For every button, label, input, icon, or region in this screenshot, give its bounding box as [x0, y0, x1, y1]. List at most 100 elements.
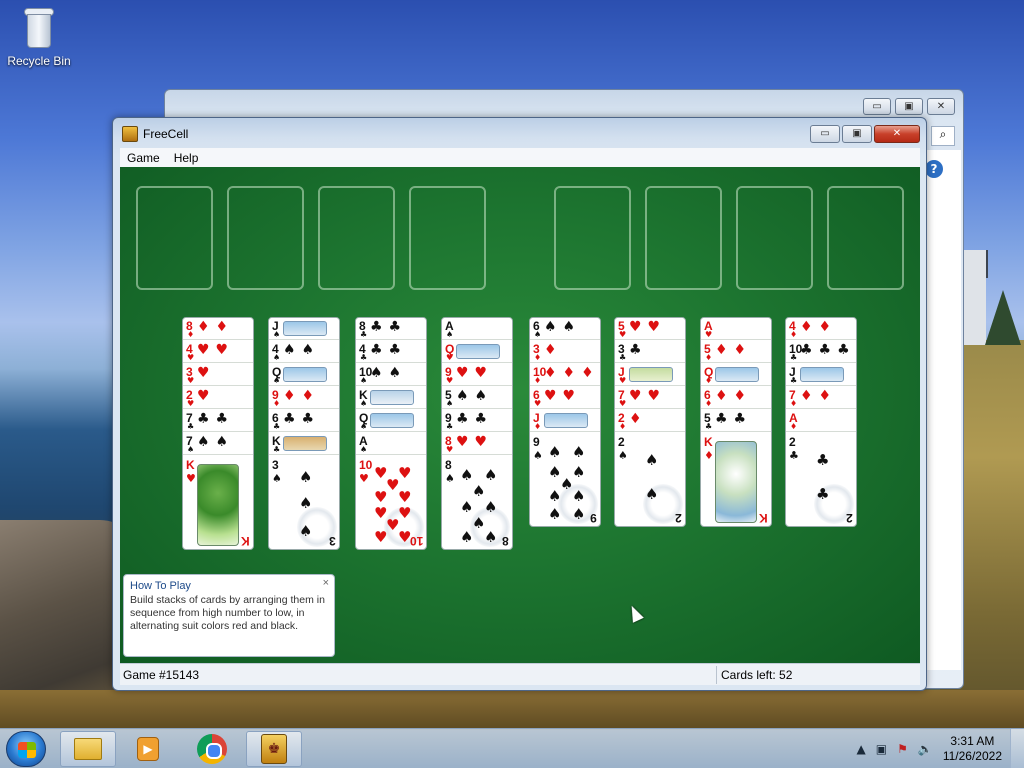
card[interactable]: 5 ♠♠ ♠	[442, 387, 512, 409]
card[interactable]: 2 ♥ ♥	[183, 387, 253, 409]
taskbar-freecell[interactable]: ♚	[246, 731, 302, 767]
foundation-1[interactable]	[554, 186, 631, 290]
game-board[interactable]: 8 ♦♦ ♦ 4 ♥♥ ♥ 3 ♥ ♥ 2 ♥ ♥ 7 ♣♣ ♣ 7 ♠♠ ♠ K ♥ K J ♠ 4 ♠♠ ♠ Q ♠ 9 ♦♦ ♦ 6 ♣♣…	[120, 167, 920, 663]
card[interactable]: 8 ♣♣ ♣	[356, 318, 426, 340]
foundation-2[interactable]	[645, 186, 722, 290]
card[interactable]: 10 ♣♣♣ ♣	[786, 341, 856, 363]
card[interactable]: 6 ♥♥ ♥	[530, 387, 600, 409]
action-center-flag-icon[interactable]: ⚑	[897, 742, 908, 756]
network-icon[interactable]: ▣	[876, 742, 887, 756]
card[interactable]: 3 ♣ ♣	[615, 341, 685, 363]
card[interactable]: 5 ♦♦ ♦	[701, 341, 771, 363]
card-pips: ♣♣	[370, 342, 408, 358]
foundation-4[interactable]	[827, 186, 904, 290]
card[interactable]: 4 ♣♣ ♣	[356, 341, 426, 363]
face-card-art	[283, 436, 327, 451]
taskbar-chrome[interactable]	[184, 731, 240, 767]
card[interactable]: 2 ♦ ♦	[615, 410, 685, 432]
recycle-bin-desktop-icon[interactable]: Recycle Bin	[6, 6, 72, 68]
card-suit: ♥	[187, 376, 195, 385]
card[interactable]: 9 ♦♦ ♦	[269, 387, 339, 409]
minimize-button[interactable]: ▭	[810, 125, 840, 143]
card[interactable]: Q ♦	[701, 364, 771, 386]
maximize-button[interactable]: ▣	[842, 125, 872, 143]
start-button[interactable]	[6, 731, 46, 767]
freecell-window[interactable]: FreeCell ▭ ▣ ✕ Game Help 8 ♦♦ ♦ 4 ♥♥ ♥ 3 ♥ ♥ 2 ♥ ♥ 7…	[112, 117, 927, 691]
card[interactable]: 7 ♦♦ ♦	[786, 387, 856, 409]
card[interactable]: 7 ♥♥ ♥	[615, 387, 685, 409]
card[interactable]: A ♦	[786, 410, 856, 432]
card[interactable]: A ♠	[442, 318, 512, 340]
tableau-column-7[interactable]: A ♥ 5 ♦♦ ♦ Q ♦ 6 ♦♦ ♦ 5 ♣♣ ♣ K ♦ K	[700, 317, 772, 527]
clock[interactable]: 3:31 AM 11/26/2022	[943, 734, 1002, 764]
search-icon[interactable]: ⌕	[931, 126, 955, 146]
card[interactable]: 9 ♣♣ ♣	[442, 410, 512, 432]
card[interactable]: A ♥	[701, 318, 771, 340]
system-tray: ▲ ▣ ⚑ 🔈 3:31 AM 11/26/2022	[857, 729, 1024, 768]
card[interactable]: K ♠	[356, 387, 426, 409]
card[interactable]: Q ♠	[356, 410, 426, 432]
volume-icon[interactable]: 🔈	[918, 742, 933, 756]
foundation-3[interactable]	[736, 186, 813, 290]
card[interactable]: 7 ♠♠ ♠	[183, 433, 253, 455]
help-icon[interactable]: ?	[925, 160, 943, 178]
card[interactable]: 3 ♦ ♦	[530, 341, 600, 363]
card[interactable]: 4 ♠♠ ♠	[269, 341, 339, 363]
tip-close-button[interactable]: ×	[323, 577, 329, 589]
tableau-column-2[interactable]: J ♠ 4 ♠♠ ♠ Q ♠ 9 ♦♦ ♦ 6 ♣♣ ♣ K ♣ 3 ♠ ♠ ♠ ♠ 3	[268, 317, 340, 550]
tableau-column-6[interactable]: 5 ♥♥ ♥ 3 ♣ ♣ J ♥ 7 ♥♥ ♥ 2 ♦ ♦ 2 ♠ ♠ ♠ 2	[614, 317, 686, 527]
card[interactable]: 10 ♦♦♦ ♦	[530, 364, 600, 386]
card[interactable]: 9 ♥♥ ♥	[442, 364, 512, 386]
taskbar-media-player[interactable]: ▶	[120, 731, 176, 767]
card[interactable]: 8 ♥♥ ♥	[442, 433, 512, 455]
free-cell-4[interactable]	[409, 186, 486, 290]
close-button[interactable]: ✕	[874, 125, 920, 143]
card-pips: ♦♦	[283, 388, 321, 404]
card-pip: ♥	[398, 504, 412, 522]
card-pip: ♠	[572, 487, 586, 505]
free-cell-3[interactable]	[318, 186, 395, 290]
media-player-icon: ▶	[137, 737, 159, 761]
card[interactable]: 10 ♠♠ ♠	[356, 364, 426, 386]
card[interactable]: 5 ♥♥ ♥	[615, 318, 685, 340]
show-hidden-icons-icon[interactable]: ▲	[857, 742, 866, 756]
card[interactable]: 7 ♣♣ ♣	[183, 410, 253, 432]
bg-close-button[interactable]: ✕	[927, 98, 955, 115]
free-cell-1[interactable]	[136, 186, 213, 290]
card[interactable]: 6 ♣♣ ♣	[269, 410, 339, 432]
bg-minimize-button[interactable]: ▭	[863, 98, 891, 115]
card[interactable]: 3 ♥ ♥	[183, 364, 253, 386]
recycle-bin-icon	[22, 6, 56, 50]
card-rank-inverted: 10	[409, 534, 423, 548]
card-suit: ♣	[790, 376, 798, 385]
card[interactable]: J ♣	[786, 364, 856, 386]
menu-help[interactable]: Help	[167, 151, 206, 165]
card-pips: ♠♠	[544, 319, 582, 335]
tableau-column-1[interactable]: 8 ♦♦ ♦ 4 ♥♥ ♥ 3 ♥ ♥ 2 ♥ ♥ 7 ♣♣ ♣ 7 ♠♠ ♠ K ♥ K	[182, 317, 254, 550]
card[interactable]: J ♥	[615, 364, 685, 386]
taskbar-explorer[interactable]	[60, 731, 116, 767]
card[interactable]: 5 ♣♣ ♣	[701, 410, 771, 432]
card[interactable]: 8 ♦♦ ♦	[183, 318, 253, 340]
card[interactable]: 6 ♦♦ ♦	[701, 387, 771, 409]
card[interactable]: J ♦	[530, 410, 600, 432]
menu-game[interactable]: Game	[120, 151, 167, 165]
tableau-column-3[interactable]: 8 ♣♣ ♣ 4 ♣♣ ♣ 10 ♠♠ ♠ K ♠ Q ♠ A ♠ 10 ♥ ♥ ♥ ♥ ♥ ♥ ♥ ♥ ♥ ♥ ♥ 10	[355, 317, 427, 550]
tableau-column-4[interactable]: A ♠ Q ♥ 9 ♥♥ ♥ 5 ♠♠ ♠ 9 ♣♣ ♣ 8 ♥♥ ♥ 8 ♠ ♠ ♠ ♠ ♠ ♠ ♠ ♠ ♠ 8	[441, 317, 513, 550]
card[interactable]: Q ♥	[442, 341, 512, 363]
card[interactable]: Q ♠	[269, 364, 339, 386]
card-suit: ♥	[619, 330, 627, 339]
card[interactable]: 4 ♥♥ ♥	[183, 341, 253, 363]
card-pip: ♠	[460, 528, 474, 546]
tableau-column-8[interactable]: 4 ♦♦ ♦ 10 ♣♣♣ ♣ J ♣ 7 ♦♦ ♦ A ♦ 2 ♣ ♣ ♣ 2	[785, 317, 857, 527]
free-cell-2[interactable]	[227, 186, 304, 290]
card[interactable]: J ♠	[269, 318, 339, 340]
show-desktop-button[interactable]	[1010, 729, 1024, 768]
tableau-column-5[interactable]: 6 ♠♠ ♠ 3 ♦ ♦ 10 ♦♦♦ ♦ 6 ♥♥ ♥ J ♦ 9 ♠ ♠ ♠ ♠ ♠ ♠ ♠ ♠ ♠ ♠ 9	[529, 317, 601, 527]
card[interactable]: 4 ♦♦ ♦	[786, 318, 856, 340]
title-bar[interactable]: FreeCell ▭ ▣ ✕	[113, 118, 926, 148]
card[interactable]: K ♣	[269, 433, 339, 455]
card[interactable]: A ♠	[356, 433, 426, 455]
bg-maximize-button[interactable]: ▣	[895, 98, 923, 115]
card[interactable]: 6 ♠♠ ♠	[530, 318, 600, 340]
